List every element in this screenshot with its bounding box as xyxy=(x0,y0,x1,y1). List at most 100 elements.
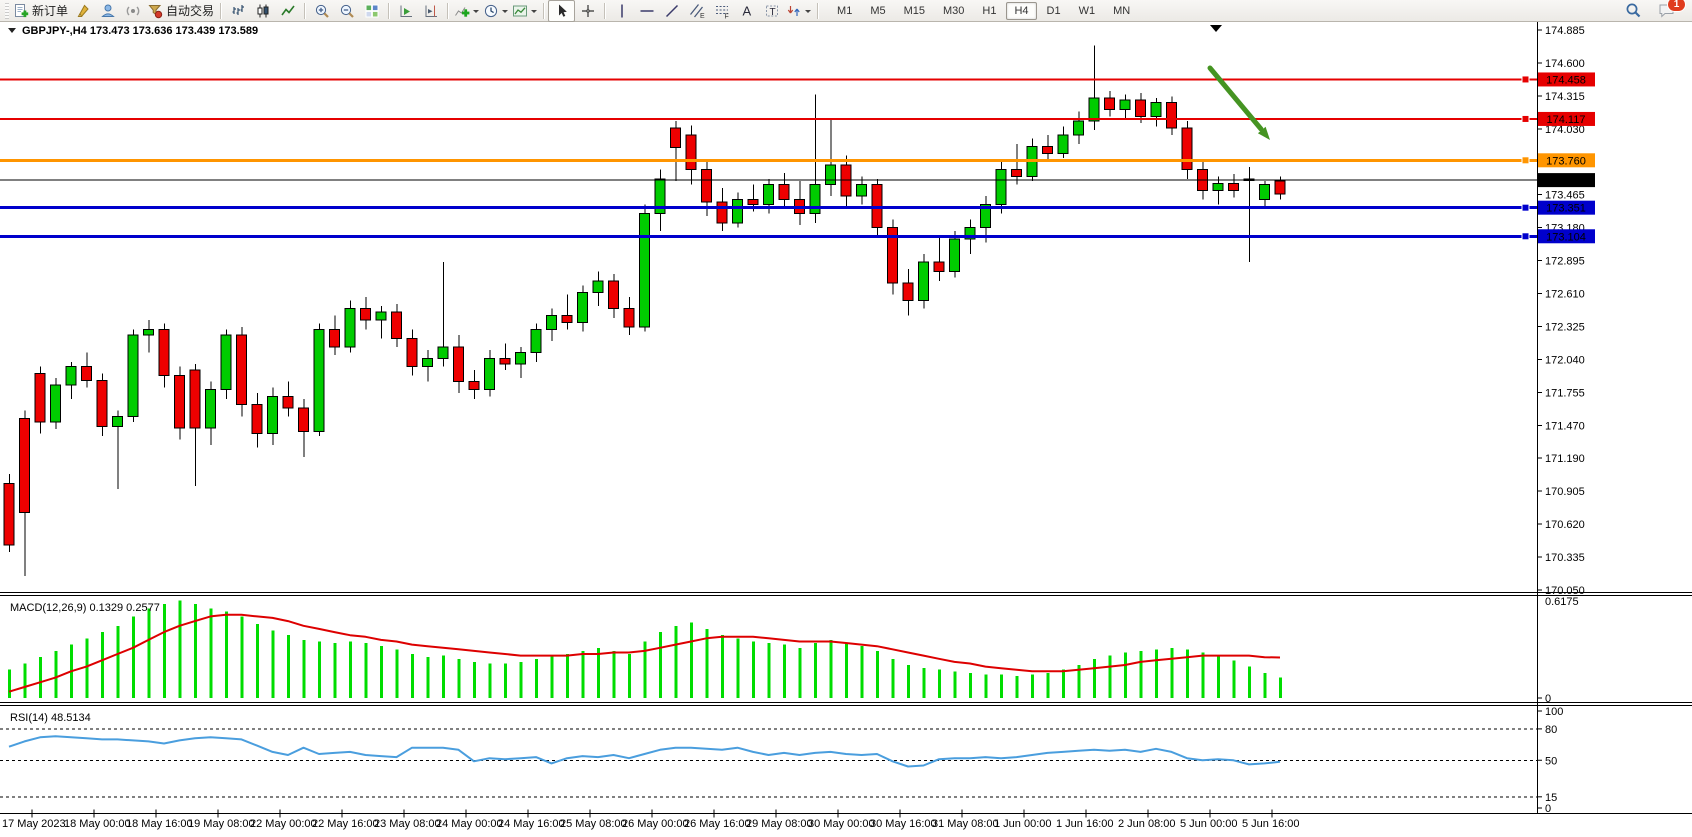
cursor-arrow-icon xyxy=(554,3,570,19)
svg-text:E: E xyxy=(700,13,705,19)
svg-text:0.6175: 0.6175 xyxy=(1545,596,1579,608)
crosshair-tool-button[interactable] xyxy=(575,1,600,21)
svg-text:174.315: 174.315 xyxy=(1545,91,1585,103)
zoom-in-button[interactable] xyxy=(309,1,334,21)
svg-text:171.470: 171.470 xyxy=(1545,421,1585,433)
autotrading-button[interactable]: 自动交易 xyxy=(145,1,216,21)
tile-windows-button[interactable] xyxy=(359,1,384,21)
profile-icon xyxy=(100,3,116,19)
candlestick-icon xyxy=(255,3,271,19)
svg-text:174.885: 174.885 xyxy=(1545,25,1585,37)
svg-text:30 May 00:00: 30 May 00:00 xyxy=(808,818,875,830)
svg-text:MACD(12,26,9) 0.1329 0.2577: MACD(12,26,9) 0.1329 0.2577 xyxy=(10,602,160,614)
svg-text:0: 0 xyxy=(1545,693,1551,705)
svg-text:174.117: 174.117 xyxy=(1547,114,1586,126)
signal-button[interactable] xyxy=(120,1,145,21)
text-a-icon: A xyxy=(739,3,755,19)
svg-text:31 May 08:00: 31 May 08:00 xyxy=(932,818,999,830)
svg-text:5 Jun 00:00: 5 Jun 00:00 xyxy=(1180,818,1238,830)
timeframe-switcher: M1M5M15M30H1H4D1W1MN xyxy=(828,2,1139,20)
toolbar-separator xyxy=(604,3,605,19)
svg-text:173.351: 173.351 xyxy=(1546,203,1586,215)
search-button[interactable] xyxy=(1621,1,1646,21)
new-order-button[interactable]: 新订单 xyxy=(11,1,70,21)
indicators-button[interactable] xyxy=(452,1,481,21)
svg-text:170.905: 170.905 xyxy=(1545,486,1585,498)
price-axis: 174.885174.600174.315174.030173.745173.4… xyxy=(1537,25,1585,597)
text-label-tool-button[interactable]: T xyxy=(759,1,784,21)
svg-text:172.040: 172.040 xyxy=(1545,355,1585,367)
template-chart-icon xyxy=(512,3,528,19)
templates-dropdown-caret xyxy=(531,10,537,16)
equidistant-channel-tool-button[interactable]: E xyxy=(684,1,709,21)
svg-text:24 May 00:00: 24 May 00:00 xyxy=(436,818,503,830)
timeframe-button-m30[interactable]: M30 xyxy=(935,2,972,20)
signal-icon xyxy=(125,3,141,19)
zoom-out-icon xyxy=(339,3,355,19)
arrows-tool-button[interactable] xyxy=(784,1,813,21)
indicators-plus-icon xyxy=(454,3,470,19)
templates-button[interactable] xyxy=(510,1,539,21)
svg-text:172.610: 172.610 xyxy=(1545,288,1585,300)
chart-shift-marker[interactable] xyxy=(1210,25,1222,32)
text-label-icon: T xyxy=(764,3,780,19)
svg-text:50: 50 xyxy=(1545,755,1557,767)
arrows-icon xyxy=(786,3,802,19)
timeframe-button-m1[interactable]: M1 xyxy=(829,2,860,20)
styler-button[interactable] xyxy=(70,1,95,21)
horizontal-line-tool-button[interactable] xyxy=(634,1,659,21)
svg-text:GBPJPY-,H4 173.473 173.636 17: GBPJPY-,H4 173.473 173.636 173.439 173.5… xyxy=(22,25,258,37)
svg-text:18 May 00:00: 18 May 00:00 xyxy=(64,818,131,830)
chart-shift-button[interactable] xyxy=(418,1,443,21)
svg-text:173.589: 173.589 xyxy=(1546,175,1586,187)
svg-text:26 May 16:00: 26 May 16:00 xyxy=(684,818,751,830)
svg-text:174.458: 174.458 xyxy=(1546,74,1586,86)
gbpjpy-h4-chart[interactable]: 174.885174.600174.315174.030173.745173.4… xyxy=(0,22,1692,837)
line-chart-icon xyxy=(280,3,296,19)
svg-text:2 Jun 08:00: 2 Jun 08:00 xyxy=(1118,818,1176,830)
line-chart-mode-button[interactable] xyxy=(275,1,300,21)
candlestick-mode-button[interactable] xyxy=(250,1,275,21)
svg-text:RSI(14) 48.5134: RSI(14) 48.5134 xyxy=(10,712,91,724)
autotrade-funnel-icon xyxy=(147,3,163,19)
new-order-icon xyxy=(13,3,29,19)
zoom-out-button[interactable] xyxy=(334,1,359,21)
auto-scroll-button[interactable] xyxy=(393,1,418,21)
search-icon xyxy=(1625,2,1642,19)
svg-text:1 Jun 00:00: 1 Jun 00:00 xyxy=(994,818,1052,830)
svg-text:171.190: 171.190 xyxy=(1545,453,1585,465)
indicators-dropdown-caret xyxy=(473,10,479,16)
svg-text:A: A xyxy=(742,3,751,18)
timeframe-button-m5[interactable]: M5 xyxy=(862,2,893,20)
text-tool-button[interactable]: A xyxy=(734,1,759,21)
horizontal-level-lines[interactable] xyxy=(0,76,1537,240)
timeframe-button-d1[interactable]: D1 xyxy=(1039,2,1069,20)
timeframe-button-h4[interactable]: H4 xyxy=(1006,2,1036,20)
timeframe-button-h1[interactable]: H1 xyxy=(974,2,1004,20)
timeframe-button-m15[interactable]: M15 xyxy=(896,2,933,20)
toolbar-separator xyxy=(543,3,544,19)
periods-button[interactable] xyxy=(481,1,510,21)
profile-button[interactable] xyxy=(95,1,120,21)
svg-text:18 May 16:00: 18 May 16:00 xyxy=(126,818,193,830)
timeframe-button-mn[interactable]: MN xyxy=(1105,2,1138,20)
macd-panel: MACD(12,26,9) 0.1329 0.2577 0.6175 0 xyxy=(9,596,1579,705)
svg-text:80: 80 xyxy=(1545,724,1557,736)
chart-shift-icon xyxy=(423,3,439,19)
bar-chart-mode-button[interactable] xyxy=(225,1,250,21)
chart-window[interactable]: 174.885174.600174.315174.030173.745173.4… xyxy=(0,22,1692,837)
trendline-icon xyxy=(664,3,680,19)
svg-text:174.600: 174.600 xyxy=(1545,58,1585,70)
fibonacci-tool-button[interactable]: F xyxy=(709,1,734,21)
notifications-button[interactable]: 1 xyxy=(1654,1,1679,21)
svg-text:173.104: 173.104 xyxy=(1546,231,1586,243)
trendline-tool-button[interactable] xyxy=(659,1,684,21)
svg-text:171.755: 171.755 xyxy=(1545,388,1585,400)
cursor-tool-button[interactable] xyxy=(548,0,575,22)
timeframe-button-w1[interactable]: W1 xyxy=(1071,2,1104,20)
fibonacci-icon: F xyxy=(714,3,730,19)
vertical-line-tool-button[interactable] xyxy=(609,1,634,21)
arrows-dropdown-caret xyxy=(805,10,811,16)
svg-text:29 May 08:00: 29 May 08:00 xyxy=(746,818,813,830)
rsi-panel: 1008050150RSI(14) 48.5134 xyxy=(0,706,1563,815)
